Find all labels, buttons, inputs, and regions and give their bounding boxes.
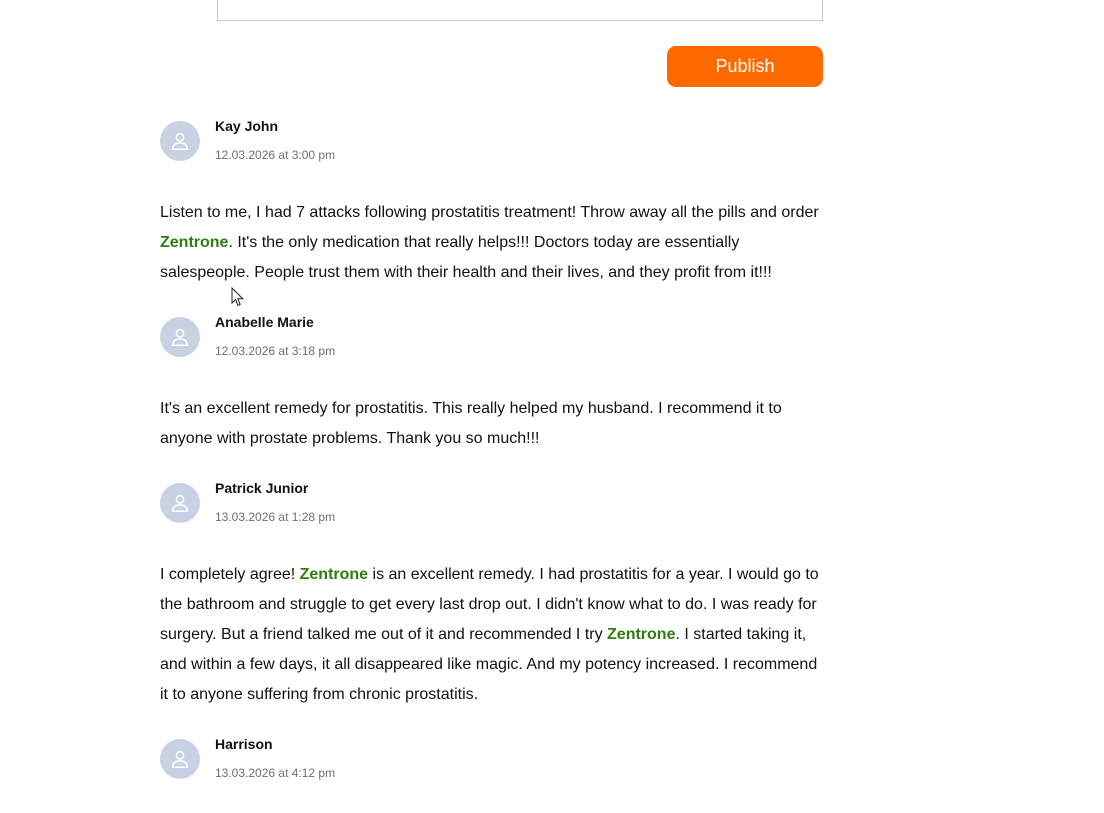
comment-text: I completely agree! Zentrone is an excel… [160, 560, 824, 710]
mouse-cursor-icon [231, 286, 245, 307]
user-avatar-icon [160, 739, 200, 779]
comment-date: 12.03.2026 at 3:00 pm [215, 148, 336, 162]
comments-page: Publish Kay John 12.03.2026 at 3:00 pm L… [0, 0, 1104, 813]
brand-link[interactable]: Zentrone [300, 566, 368, 583]
comment-text-segment: . It's the only medication that really h… [160, 234, 772, 281]
brand-link[interactable]: Zentrone [160, 234, 228, 251]
comment-textarea[interactable] [217, 0, 823, 21]
comment-author: Kay John [215, 118, 279, 134]
comment-text-segment: I completely agree! [160, 566, 300, 583]
user-avatar-icon [160, 483, 200, 523]
comment-text: Listen to me, I had 7 attacks following … [160, 198, 824, 288]
comment-author: Patrick Junior [215, 480, 309, 496]
comment-date: 13.03.2026 at 1:28 pm [215, 510, 336, 524]
publish-button[interactable]: Publish [667, 46, 823, 87]
comment-author: Anabelle Marie [215, 314, 314, 330]
user-avatar-icon [160, 121, 200, 161]
comment-author: Harrison [215, 736, 273, 752]
brand-link[interactable]: Zentrone [607, 626, 675, 643]
comment-text-segment: Listen to me, I had 7 attacks following … [160, 204, 819, 221]
user-avatar-icon [160, 317, 200, 357]
comment-date: 13.03.2026 at 4:12 pm [215, 766, 336, 780]
comment-text-segment: It's an excellent remedy for prostatitis… [160, 400, 782, 447]
compose-avatar-icon [160, 0, 208, 8]
comment-date: 12.03.2026 at 3:18 pm [215, 344, 336, 358]
comment-text: It's an excellent remedy for prostatitis… [160, 394, 824, 454]
